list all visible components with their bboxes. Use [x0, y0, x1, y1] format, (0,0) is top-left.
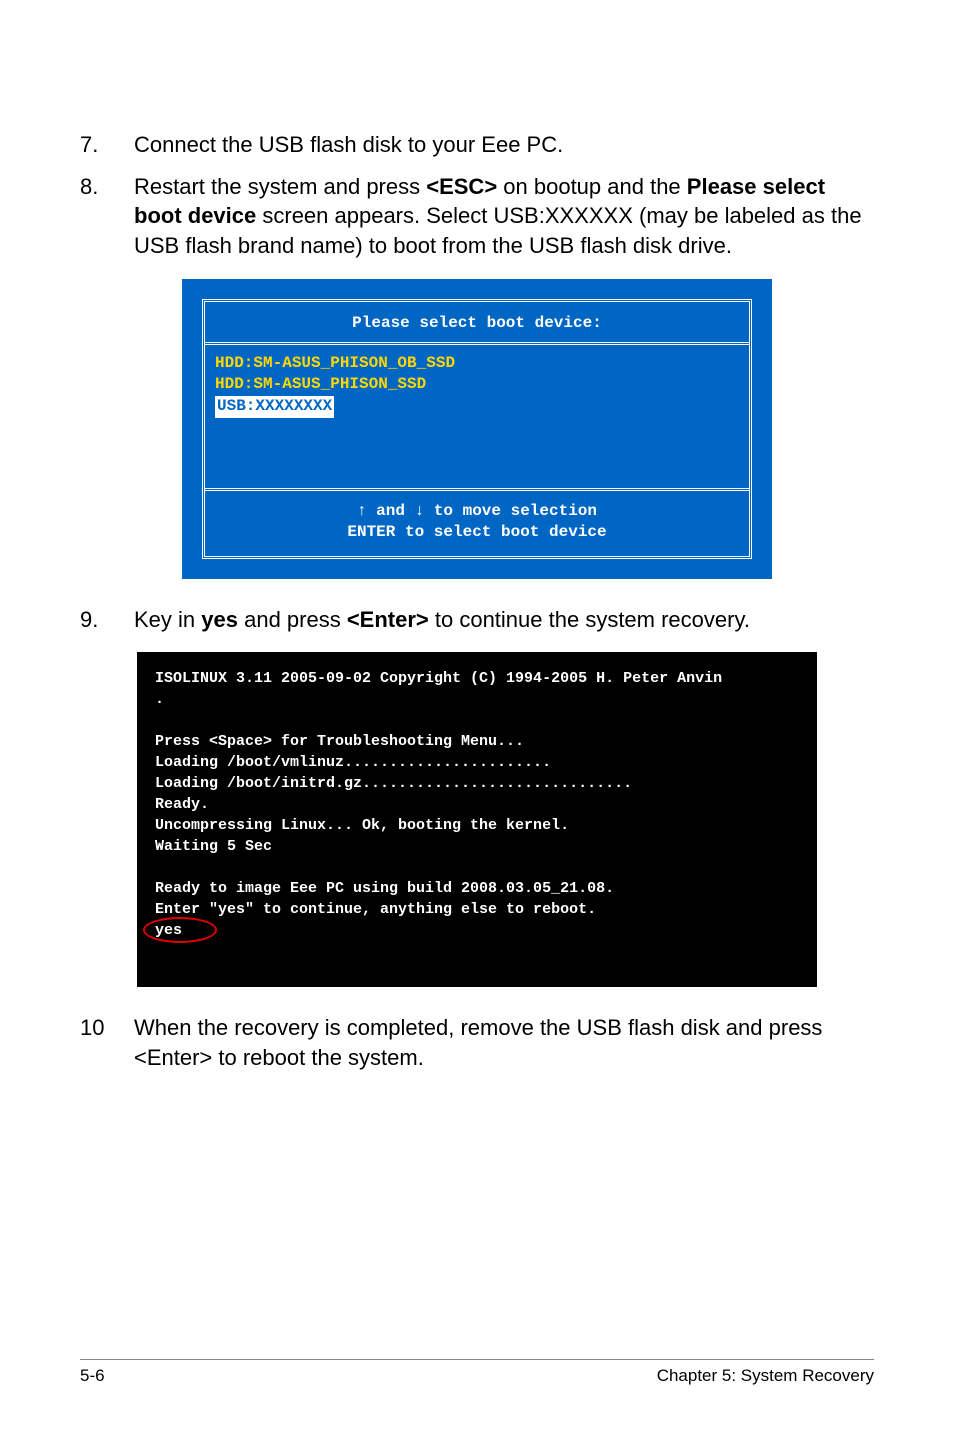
yes-label: yes — [201, 607, 238, 632]
boot-dialog-footer: ↑ and ↓ to move selection ENTER to selec… — [205, 488, 749, 556]
boot-footer-line: ↑ and ↓ to move selection — [205, 501, 749, 523]
page-number: 5-6 — [80, 1366, 105, 1386]
document-page: 7. Connect the USB flash disk to your Ee… — [0, 0, 954, 1438]
step-number: 9. — [80, 605, 134, 635]
enter-key-label: <Enter> — [347, 607, 429, 632]
text: Restart the system and press — [134, 174, 426, 199]
boot-dialog: Please select boot device: HDD:SM-ASUS_P… — [202, 299, 752, 559]
step-10: 10 When the recovery is completed, remov… — [80, 1013, 874, 1072]
step-7: 7. Connect the USB flash disk to your Ee… — [80, 130, 874, 160]
boot-device-label: USB:XXXXXXXX — [215, 396, 334, 418]
step-list: 7. Connect the USB flash disk to your Ee… — [80, 130, 874, 261]
term-line: Waiting 5 Sec — [155, 838, 272, 855]
step-number: 10 — [80, 1013, 134, 1072]
step-text: Restart the system and press <ESC> on bo… — [134, 172, 874, 261]
boot-dialog-title: Please select boot device: — [205, 302, 749, 345]
term-line: Enter "yes" to continue, anything else t… — [155, 901, 596, 918]
step-list: 10 When the recovery is completed, remov… — [80, 1013, 874, 1072]
term-line: Ready to image Eee PC using build 2008.0… — [155, 880, 614, 897]
terminal-figure: ISOLINUX 3.11 2005-09-02 Copyright (C) 1… — [137, 652, 817, 987]
esc-key-label: <ESC> — [426, 174, 497, 199]
text: on bootup and the — [497, 174, 687, 199]
term-line: ISOLINUX 3.11 2005-09-02 Copyright (C) 1… — [155, 670, 722, 687]
boot-device-row[interactable]: HDD:SM-ASUS_PHISON_OB_SSD — [215, 353, 739, 375]
text: to continue the system recovery. — [429, 607, 750, 632]
term-line: Uncompressing Linux... Ok, booting the k… — [155, 817, 569, 834]
boot-device-figure: Please select boot device: HDD:SM-ASUS_P… — [182, 279, 772, 579]
chapter-label: Chapter 5: System Recovery — [657, 1366, 874, 1386]
term-line: Loading /boot/vmlinuz...................… — [155, 754, 551, 771]
term-line: Press <Space> for Troubleshooting Menu..… — [155, 733, 524, 750]
terminal-output: ISOLINUX 3.11 2005-09-02 Copyright (C) 1… — [137, 662, 817, 947]
page-footer: 5-6 Chapter 5: System Recovery — [80, 1359, 874, 1386]
step-number: 7. — [80, 130, 134, 160]
step-list: 9. Key in yes and press <Enter> to conti… — [80, 605, 874, 635]
step-8: 8. Restart the system and press <ESC> on… — [80, 172, 874, 261]
term-line: Ready. — [155, 796, 209, 813]
step-text: Connect the USB flash disk to your Eee P… — [134, 130, 874, 160]
boot-footer-line: ENTER to select boot device — [205, 522, 749, 544]
boot-device-row[interactable]: HDD:SM-ASUS_PHISON_SSD — [215, 374, 739, 396]
step-9: 9. Key in yes and press <Enter> to conti… — [80, 605, 874, 635]
step-number: 8. — [80, 172, 134, 261]
boot-device-list: HDD:SM-ASUS_PHISON_OB_SSD HDD:SM-ASUS_PH… — [205, 345, 749, 488]
text: Key in — [134, 607, 201, 632]
term-line: yes — [155, 922, 182, 939]
text: and press — [238, 607, 347, 632]
step-text: Key in yes and press <Enter> to continue… — [134, 605, 874, 635]
term-line: Loading /boot/initrd.gz.................… — [155, 775, 632, 792]
term-line: . — [155, 691, 164, 708]
boot-device-row-selected[interactable]: USB:XXXXXXXX — [215, 396, 739, 418]
step-text: When the recovery is completed, remove t… — [134, 1013, 874, 1072]
